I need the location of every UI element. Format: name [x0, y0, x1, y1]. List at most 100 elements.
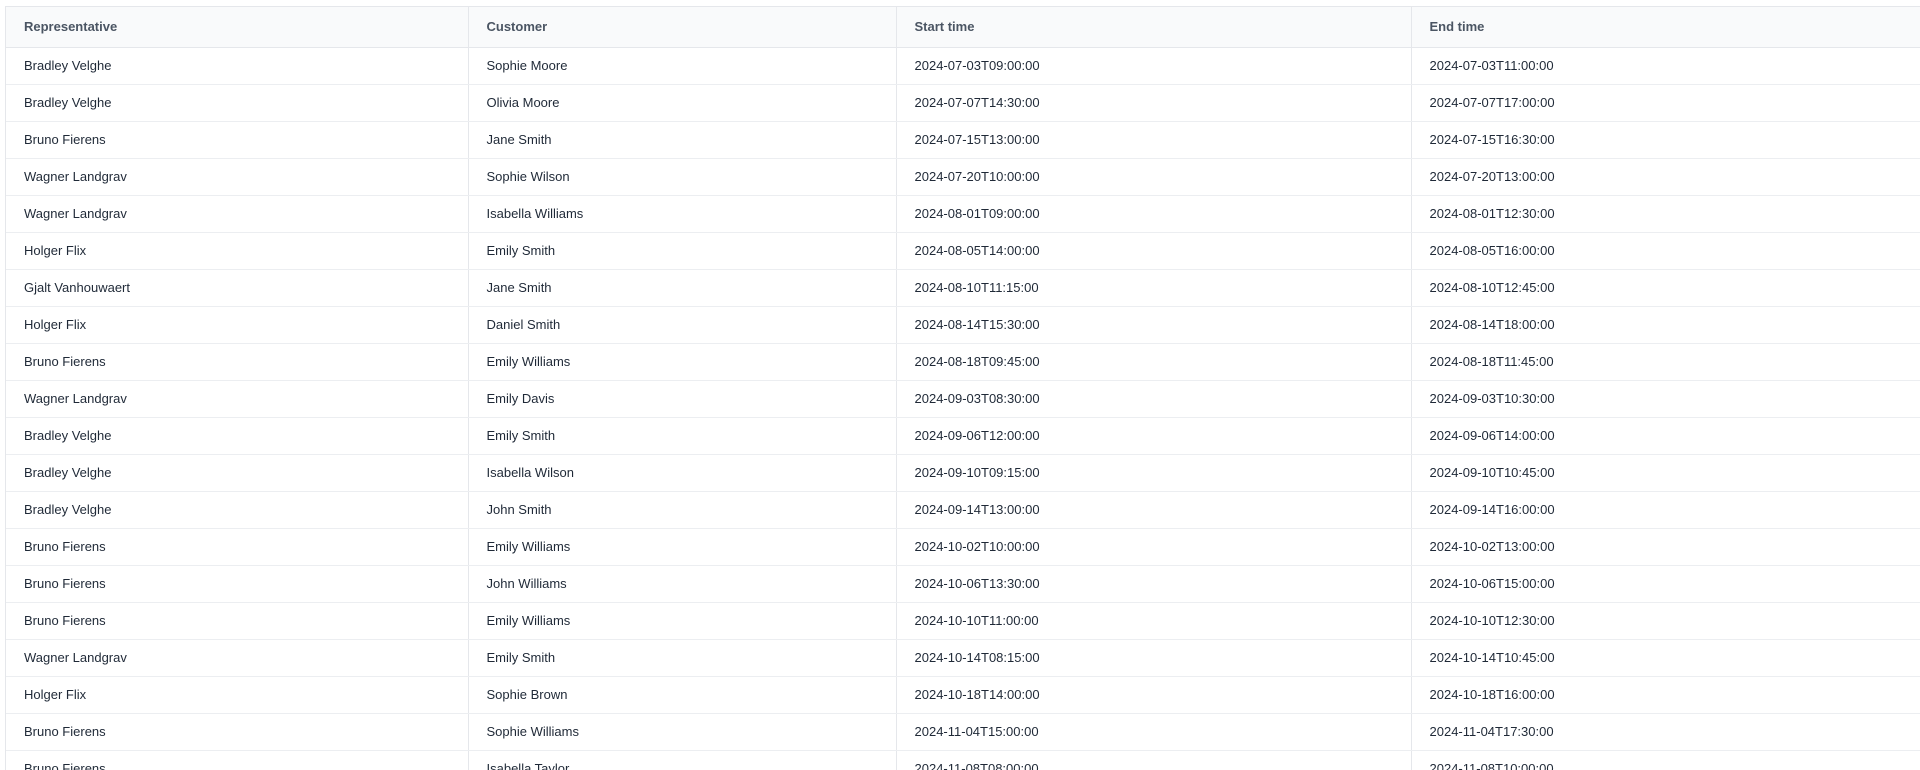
start-time-cell[interactable]: 2024-08-18T09:45:00	[896, 343, 1412, 381]
start-time-cell[interactable]: 2024-08-10T11:15:00	[896, 269, 1412, 307]
end-time-cell[interactable]: 2024-10-18T16:00:00	[1411, 676, 1920, 714]
start-time-cell[interactable]: 2024-10-10T11:00:00	[896, 602, 1412, 640]
customer-cell[interactable]: Jane Smith	[468, 121, 897, 159]
table-row[interactable]: Bradley Velghe Olivia Moore 2024-07-07T14:…	[6, 84, 1920, 122]
end-time-cell[interactable]: 2024-10-02T13:00:00	[1411, 528, 1920, 566]
table-row[interactable]: Bruno Fierens Emily Williams 2024-10-02T10…	[6, 528, 1920, 566]
start-time-cell[interactable]: 2024-10-18T14:00:00	[896, 676, 1412, 714]
customer-cell[interactable]: Sophie Moore	[468, 47, 897, 85]
customer-cell[interactable]: Emily Williams	[468, 343, 897, 381]
representative-cell[interactable]: Bruno Fierens	[6, 343, 469, 381]
start-time-cell[interactable]: 2024-07-20T10:00:00	[896, 158, 1412, 196]
table-row[interactable]: Wagner Landgrav Emily Davis 2024-09-03T08:…	[6, 380, 1920, 418]
end-time-cell[interactable]: 2024-07-03T11:00:00	[1411, 47, 1920, 85]
representative-cell[interactable]: Bruno Fierens	[6, 602, 469, 640]
column-header-start-time[interactable]: Start time	[896, 7, 1412, 48]
table-row[interactable]: Holger Flix Sophie Brown 2024-10-18T14:00:…	[6, 676, 1920, 714]
start-time-cell[interactable]: 2024-09-03T08:30:00	[896, 380, 1412, 418]
representative-cell[interactable]: Bruno Fierens	[6, 750, 469, 770]
table-row[interactable]: Bruno Fierens John Williams 2024-10-06T13:…	[6, 565, 1920, 603]
customer-cell[interactable]: Isabella Wilson	[468, 454, 897, 492]
customer-cell[interactable]: Emily Davis	[468, 380, 897, 418]
start-time-cell[interactable]: 2024-07-07T14:30:00	[896, 84, 1412, 122]
table-row[interactable]: Bruno Fierens Isabella Taylor 2024-11-08T0…	[6, 750, 1920, 770]
end-time-cell[interactable]: 2024-07-15T16:30:00	[1411, 121, 1920, 159]
customer-cell[interactable]: Jane Smith	[468, 269, 897, 307]
customer-cell[interactable]: Isabella Williams	[468, 195, 897, 233]
table-row[interactable]: Bruno Fierens Jane Smith 2024-07-15T13:00:…	[6, 121, 1920, 159]
customer-cell[interactable]: Emily Williams	[468, 602, 897, 640]
end-time-cell[interactable]: 2024-11-08T10:00:00	[1411, 750, 1920, 770]
representative-cell[interactable]: Wagner Landgrav	[6, 158, 469, 196]
customer-cell[interactable]: Isabella Taylor	[468, 750, 897, 770]
table-row[interactable]: Holger Flix Daniel Smith 2024-08-14T15:30:…	[6, 306, 1920, 344]
end-time-cell[interactable]: 2024-09-14T16:00:00	[1411, 491, 1920, 529]
start-time-cell[interactable]: 2024-10-06T13:30:00	[896, 565, 1412, 603]
end-time-cell[interactable]: 2024-09-06T14:00:00	[1411, 417, 1920, 455]
column-header-end-time[interactable]: End time	[1411, 7, 1920, 48]
start-time-cell[interactable]: 2024-08-01T09:00:00	[896, 195, 1412, 233]
customer-cell[interactable]: Emily Smith	[468, 417, 897, 455]
end-time-cell[interactable]: 2024-08-18T11:45:00	[1411, 343, 1920, 381]
table-row[interactable]: Bradley Velghe John Smith 2024-09-14T13:00…	[6, 491, 1920, 529]
customer-cell[interactable]: Daniel Smith	[468, 306, 897, 344]
representative-cell[interactable]: Bradley Velghe	[6, 47, 469, 85]
end-time-cell[interactable]: 2024-08-05T16:00:00	[1411, 232, 1920, 270]
table-row[interactable]: Wagner Landgrav Emily Smith 2024-10-14T08:…	[6, 639, 1920, 677]
end-time-cell[interactable]: 2024-10-10T12:30:00	[1411, 602, 1920, 640]
customer-cell[interactable]: Sophie Williams	[468, 713, 897, 751]
representative-cell[interactable]: Bruno Fierens	[6, 565, 469, 603]
table-row[interactable]: Bradley Velghe Isabella Wilson 2024-09-10T…	[6, 454, 1920, 492]
end-time-cell[interactable]: 2024-08-14T18:00:00	[1411, 306, 1920, 344]
end-time-cell[interactable]: 2024-10-14T10:45:00	[1411, 639, 1920, 677]
customer-cell[interactable]: Emily Smith	[468, 639, 897, 677]
customer-cell[interactable]: John Williams	[468, 565, 897, 603]
start-time-cell[interactable]: 2024-08-14T15:30:00	[896, 306, 1412, 344]
end-time-cell[interactable]: 2024-07-07T17:00:00	[1411, 84, 1920, 122]
representative-cell[interactable]: Holger Flix	[6, 232, 469, 270]
end-time-cell[interactable]: 2024-09-10T10:45:00	[1411, 454, 1920, 492]
table-row[interactable]: Bruno Fierens Sophie Williams 2024-11-04T1…	[6, 713, 1920, 751]
representative-cell[interactable]: Wagner Landgrav	[6, 380, 469, 418]
representative-cell[interactable]: Holger Flix	[6, 306, 469, 344]
start-time-cell[interactable]: 2024-09-06T12:00:00	[896, 417, 1412, 455]
table-row[interactable]: Gjalt Vanhouwaert Jane Smith 2024-08-10T11…	[6, 269, 1920, 307]
start-time-cell[interactable]: 2024-09-14T13:00:00	[896, 491, 1412, 529]
table-row[interactable]: Bruno Fierens Emily Williams 2024-10-10T11…	[6, 602, 1920, 640]
table-row[interactable]: Wagner Landgrav Isabella Williams 2024-08-…	[6, 195, 1920, 233]
representative-cell[interactable]: Bradley Velghe	[6, 491, 469, 529]
representative-cell[interactable]: Holger Flix	[6, 676, 469, 714]
representative-cell[interactable]: Bradley Velghe	[6, 417, 469, 455]
start-time-cell[interactable]: 2024-07-03T09:00:00	[896, 47, 1412, 85]
column-header-customer[interactable]: Customer	[468, 7, 897, 48]
representative-cell[interactable]: Wagner Landgrav	[6, 195, 469, 233]
end-time-cell[interactable]: 2024-08-01T12:30:00	[1411, 195, 1920, 233]
start-time-cell[interactable]: 2024-10-14T08:15:00	[896, 639, 1412, 677]
customer-cell[interactable]: John Smith	[468, 491, 897, 529]
representative-cell[interactable]: Bruno Fierens	[6, 713, 469, 751]
table-row[interactable]: Bradley Velghe Sophie Moore 2024-07-03T09:…	[6, 47, 1920, 85]
customer-cell[interactable]: Emily Williams	[468, 528, 897, 566]
representative-cell[interactable]: Gjalt Vanhouwaert	[6, 269, 469, 307]
end-time-cell[interactable]: 2024-07-20T13:00:00	[1411, 158, 1920, 196]
table-row[interactable]: Wagner Landgrav Sophie Wilson 2024-07-20T1…	[6, 158, 1920, 196]
end-time-cell[interactable]: 2024-08-10T12:45:00	[1411, 269, 1920, 307]
end-time-cell[interactable]: 2024-09-03T10:30:00	[1411, 380, 1920, 418]
table-row[interactable]: Bruno Fierens Emily Williams 2024-08-18T09…	[6, 343, 1920, 381]
table-row[interactable]: Holger Flix Emily Smith 2024-08-05T14:00:0…	[6, 232, 1920, 270]
end-time-cell[interactable]: 2024-10-06T15:00:00	[1411, 565, 1920, 603]
representative-cell[interactable]: Wagner Landgrav	[6, 639, 469, 677]
representative-cell[interactable]: Bradley Velghe	[6, 84, 469, 122]
customer-cell[interactable]: Sophie Brown	[468, 676, 897, 714]
start-time-cell[interactable]: 2024-08-05T14:00:00	[896, 232, 1412, 270]
start-time-cell[interactable]: 2024-07-15T13:00:00	[896, 121, 1412, 159]
column-header-representative[interactable]: Representative	[6, 7, 469, 48]
customer-cell[interactable]: Emily Smith	[468, 232, 897, 270]
representative-cell[interactable]: Bruno Fierens	[6, 528, 469, 566]
customer-cell[interactable]: Olivia Moore	[468, 84, 897, 122]
start-time-cell[interactable]: 2024-11-04T15:00:00	[896, 713, 1412, 751]
end-time-cell[interactable]: 2024-11-04T17:30:00	[1411, 713, 1920, 751]
start-time-cell[interactable]: 2024-11-08T08:00:00	[896, 750, 1412, 770]
representative-cell[interactable]: Bruno Fierens	[6, 121, 469, 159]
start-time-cell[interactable]: 2024-10-02T10:00:00	[896, 528, 1412, 566]
